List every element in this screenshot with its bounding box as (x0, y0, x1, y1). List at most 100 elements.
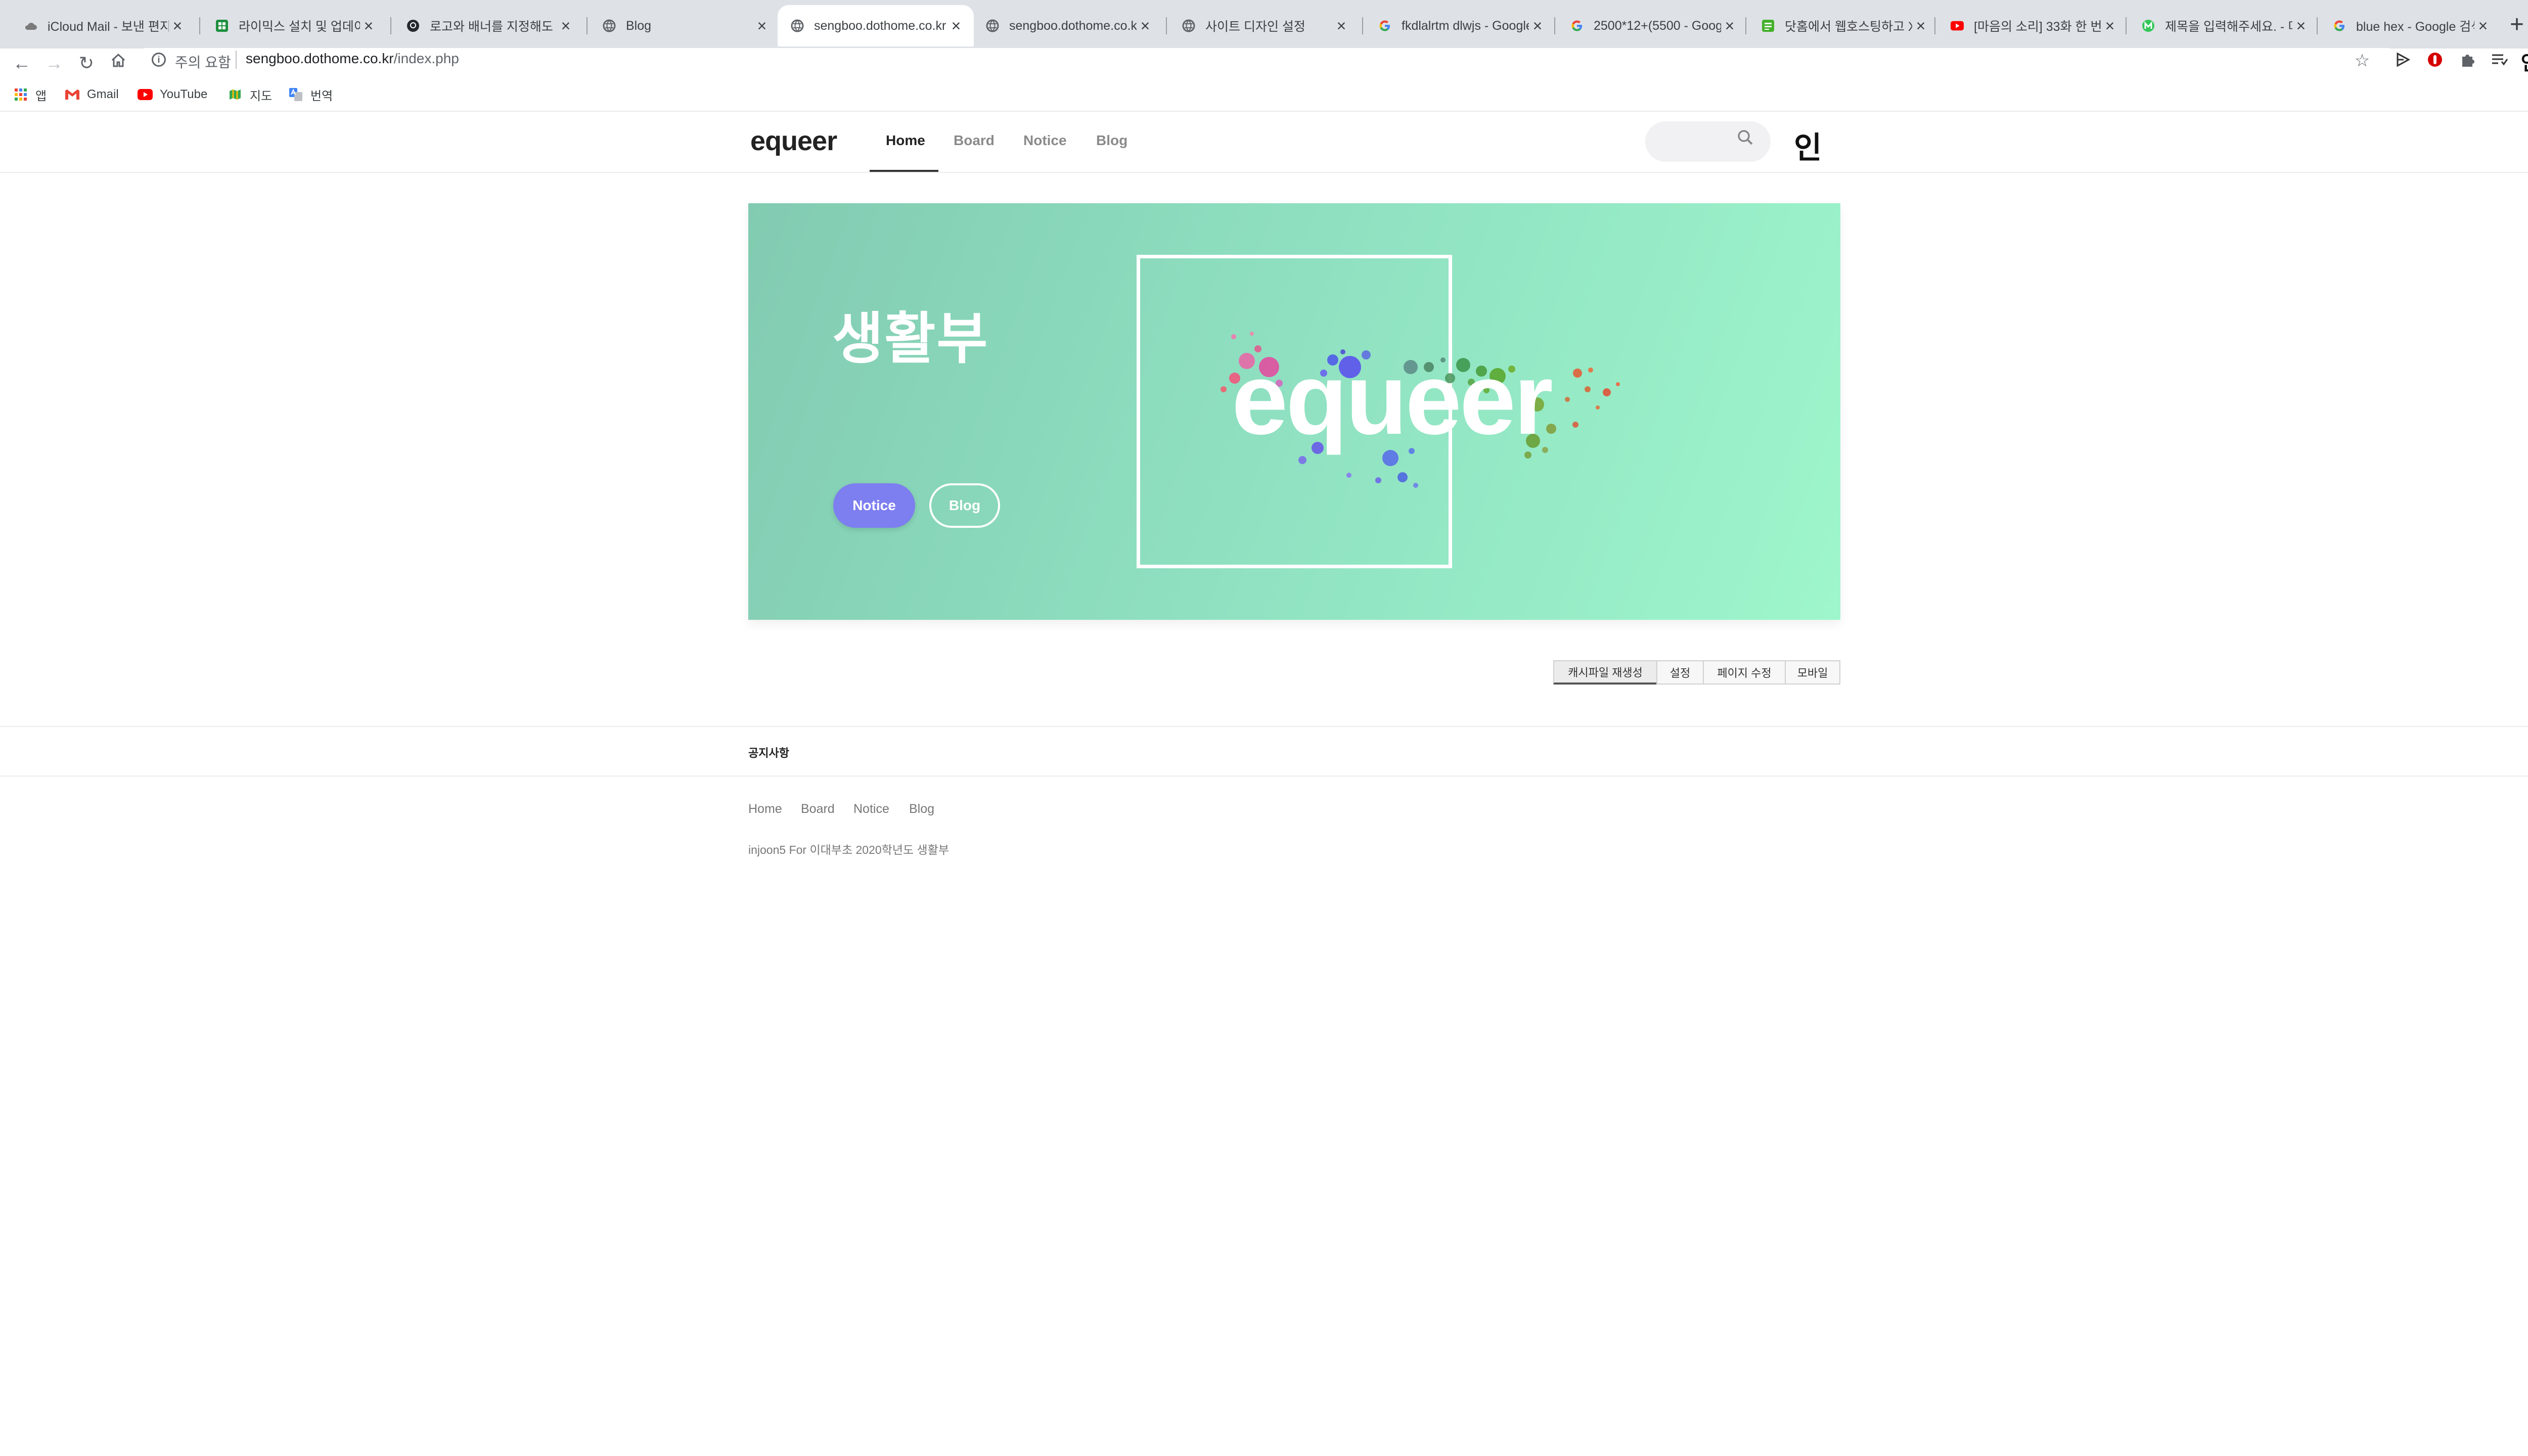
close-icon[interactable]: × (1721, 17, 1738, 35)
section-divider-top (0, 726, 2528, 727)
google-icon (1378, 19, 1391, 32)
maps-icon (228, 88, 243, 101)
bookmark-gmail[interactable]: Gmail (65, 86, 119, 103)
tab-title: 2500*12+(5500 - Google (1594, 18, 1721, 33)
bookmark-maps[interactable]: 지도 (228, 86, 272, 103)
security-label[interactable]: 주의 요함 (175, 52, 231, 72)
menu-notice[interactable]: Notice (1023, 132, 1067, 149)
bookmark-label: 앱 (35, 89, 47, 103)
menu-blog[interactable]: Blog (1096, 132, 1127, 149)
tab-title: fkdlalrtm dlwjs - Google (1402, 18, 1529, 33)
tab-divider (390, 17, 391, 34)
tab-12[interactable]: 제목을 입력해주세요. - 미 × (2129, 5, 2319, 47)
close-icon[interactable]: × (753, 17, 771, 35)
bookmark-label: YouTube (160, 87, 208, 101)
header-divider (0, 172, 2528, 173)
bookmark-label: 지도 (250, 89, 273, 103)
tab-11[interactable]: [마음의 소리] 33화 한 번 × (1937, 5, 2128, 47)
close-icon[interactable]: × (1529, 17, 1546, 35)
banner-blog-button[interactable]: Blog (929, 483, 1000, 528)
tab-title: 제목을 입력해주세요. - 미 (2165, 20, 2292, 34)
reading-list-icon[interactable] (2491, 52, 2508, 70)
doc-icon (1762, 19, 1775, 32)
close-icon[interactable]: × (2101, 17, 2118, 35)
google-icon (2333, 19, 2346, 32)
bookmark-youtube[interactable]: YouTube (138, 86, 207, 103)
regenerate-cache-button[interactable]: 캐시파일 재생성 (1553, 660, 1657, 685)
tab-divider (586, 17, 588, 34)
puzzle-icon[interactable] (2459, 52, 2475, 70)
tab-title: 로고와 배너를 지정해도 안 (430, 20, 557, 34)
github-icon (407, 19, 420, 32)
close-icon[interactable]: × (1333, 17, 1350, 35)
translate-icon (288, 88, 303, 101)
bookmark-apps[interactable]: 앱 (13, 86, 47, 103)
menu-home[interactable]: Home (886, 132, 925, 149)
adblock-icon[interactable] (2427, 52, 2443, 70)
globe-icon (986, 19, 999, 32)
globe-icon (603, 19, 616, 32)
close-icon[interactable]: × (2292, 17, 2310, 35)
user-avatar[interactable]: 인 (1794, 123, 1822, 167)
forward-icon[interactable]: → (41, 53, 67, 74)
close-icon[interactable]: × (1912, 17, 1929, 35)
search-icon[interactable] (1737, 129, 1753, 146)
info-icon[interactable]: i (152, 53, 166, 67)
star-icon[interactable]: ☆ (2352, 51, 2372, 71)
admin-toolbar: 캐시파일 재생성 설정 페이지 수정 모바일 (1553, 660, 1840, 685)
bookmark-translate[interactable]: 번역 (288, 86, 333, 103)
footer-copyright: injoon5 For 이대부초 2020학년도 생활부 (748, 843, 950, 856)
tab-1[interactable]: iCloud Mail - 보낸 편지함 × (11, 5, 195, 47)
youtube-icon (1951, 19, 1964, 32)
tab-divider (2317, 17, 2318, 34)
footer-link-board[interactable]: Board (801, 802, 835, 816)
close-icon[interactable]: × (1137, 17, 1154, 35)
tab-title: 닷홈에서 웹호스팅하고 XE (1785, 20, 1912, 34)
close-icon[interactable]: × (169, 17, 186, 35)
tab-title: blue hex - Google 검색 (2356, 20, 2474, 34)
tab-13[interactable]: blue hex - Google 검색 × (2320, 5, 2501, 47)
url-host: sengboo.dothome.co.kr (246, 51, 394, 66)
notice-section-title: 공지사항 (748, 747, 789, 759)
menu-board[interactable]: Board (954, 132, 995, 149)
home-icon[interactable] (108, 51, 128, 73)
tab-2[interactable]: 라이믹스 설치 및 업데이트 × (202, 5, 386, 47)
edit-page-button[interactable]: 페이지 수정 (1703, 660, 1786, 685)
close-icon[interactable]: × (360, 17, 377, 35)
sheet-icon (215, 19, 229, 32)
tab-10[interactable]: 닷홈에서 웹호스팅하고 XE × (1748, 5, 1938, 47)
settings-button[interactable]: 설정 (1656, 660, 1704, 685)
close-icon[interactable]: × (947, 17, 965, 35)
tab-divider (1166, 17, 1167, 34)
bookmark-label: 번역 (310, 89, 333, 103)
tab-4[interactable]: Blog × (590, 5, 780, 47)
footer-link-notice[interactable]: Notice (853, 802, 889, 816)
new-tab-button[interactable]: + (2510, 11, 2524, 38)
footer-link-home[interactable]: Home (748, 802, 782, 816)
tab-6[interactable]: sengboo.dothome.co.kr × (973, 5, 1163, 47)
tab-divider (1934, 17, 1935, 34)
reload-icon[interactable]: ↻ (74, 53, 99, 74)
tab-8[interactable]: fkdlalrtm dlwjs - Google × (1365, 5, 1555, 47)
url-path: /index.php (393, 51, 459, 66)
back-icon[interactable]: ← (9, 53, 34, 74)
url-text[interactable]: sengboo.dothome.co.kr/index.php (246, 51, 459, 67)
profile-avatar[interactable]: 인 (2520, 47, 2528, 76)
tab-7[interactable]: 사이트 디자인 설정 × (1169, 5, 1359, 47)
banner-notice-button[interactable]: Notice (833, 483, 915, 528)
tab-title: 사이트 디자인 설정 (1205, 20, 1305, 34)
address-bar[interactable] (145, 48, 2389, 72)
close-icon[interactable]: × (2474, 17, 2492, 35)
globe-icon (1182, 19, 1195, 32)
footer-link-blog[interactable]: Blog (909, 802, 934, 816)
site-logo[interactable]: equeer (750, 125, 837, 157)
send-icon[interactable] (2395, 52, 2411, 70)
close-icon[interactable]: × (557, 17, 574, 35)
gmail-icon (65, 88, 80, 101)
banner-image-logo-text: equeer (1232, 343, 1553, 456)
m-icon (2142, 19, 2155, 32)
tab-5-active[interactable]: sengboo.dothome.co.kr × (778, 5, 974, 47)
mobile-button[interactable]: 모바일 (1785, 660, 1840, 685)
tab-3[interactable]: 로고와 배너를 지정해도 안 × (393, 5, 583, 47)
tab-9[interactable]: 2500*12+(5500 - Google × (1557, 5, 1747, 47)
